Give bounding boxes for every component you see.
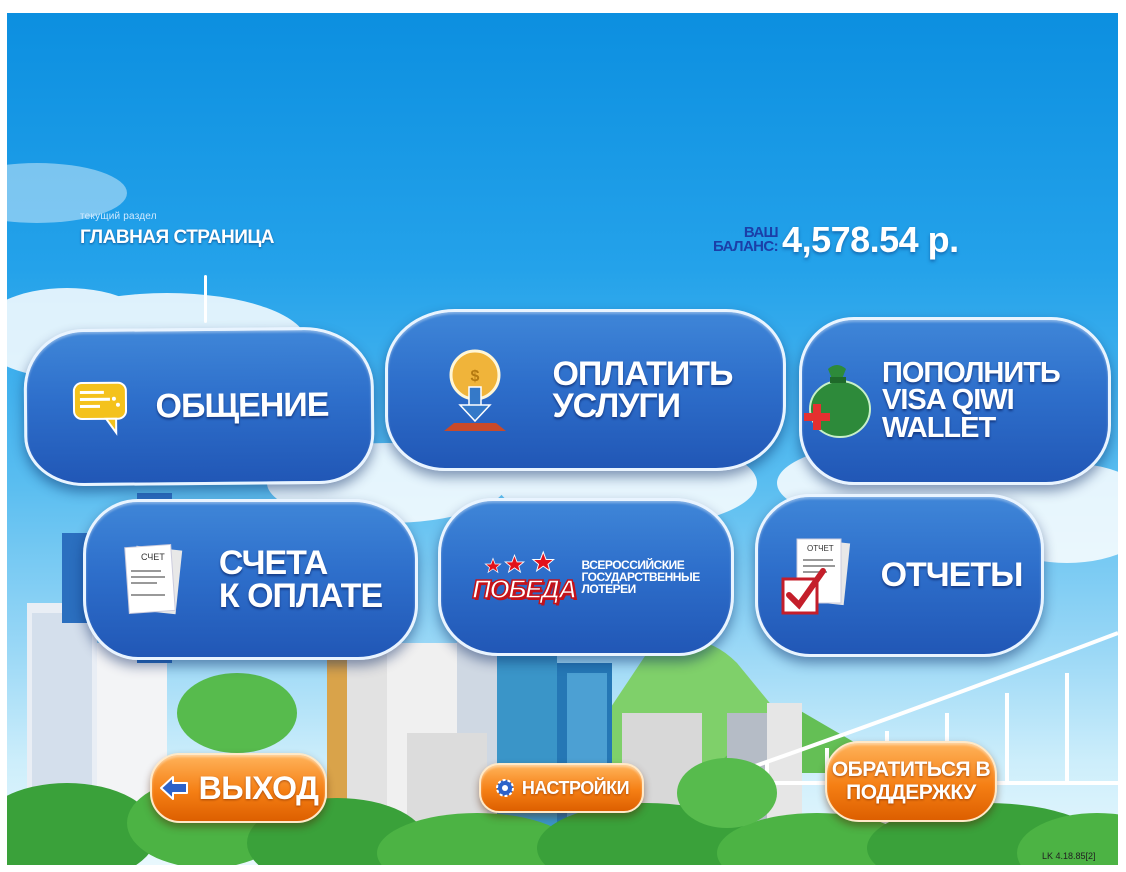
lottery-stars-icon (484, 550, 556, 573)
settings-label: НАСТРОЙКИ (521, 777, 630, 798)
money-bag-icon (802, 361, 872, 441)
balance-label: ВАШ БАЛАНС: (713, 225, 779, 255)
support-label-line2: ПОДДЕРЖКУ (846, 780, 976, 804)
chat-button[interactable]: ОБЩЕНИЕ (23, 326, 375, 487)
pay-services-label-line2: УСЛУГИ (552, 387, 681, 425)
lottery-line3: ЛОТЕРЕИ (581, 582, 637, 596)
svg-text:$: $ (471, 368, 480, 385)
bills-to-pay-button[interactable]: СЧЕТ СЧЕТА К ОПЛАТЕ (83, 499, 418, 660)
balance-value: 4,578.54 р. (782, 219, 959, 260)
report-icon-text: ОТЧЕТ (807, 544, 834, 553)
pay-coin-icon: $ (438, 347, 512, 433)
chat-label: ОБЩЕНИЕ (155, 386, 329, 426)
topup-label-line1: ПОПОЛНИТЬ (882, 356, 1061, 389)
balance-display: ВАШ БАЛАНС: 4,578.54 р. (713, 219, 959, 261)
invoice-icon: СЧЕТ (119, 540, 189, 620)
bills-label: СЧЕТА К ОПЛАТЕ (218, 544, 383, 615)
section-pointer-line (204, 275, 207, 323)
lottery-logo: ПОБЕДА (472, 550, 578, 605)
contact-support-button[interactable]: ОБРАТИТЬСЯ В ПОДДЕРЖКУ (825, 741, 997, 822)
kiosk-screen: текущий раздел ГЛАВНАЯ СТРАНИЦА ВАШ БАЛА… (7, 13, 1118, 865)
invoice-icon-text: СЧЕТ (141, 552, 165, 562)
support-label-line1: ОБРАТИТЬСЯ В (831, 758, 991, 782)
back-arrow-icon (159, 775, 189, 801)
pay-services-label-line1: ОПЛАТИТЬ (552, 354, 733, 393)
exit-label: ВЫХОД (198, 769, 319, 806)
gear-icon (494, 777, 516, 799)
reports-label: ОТЧЕТЫ (880, 556, 1024, 595)
balance-label-line2: БАЛАНС: (713, 238, 779, 255)
current-section-title: ГЛАВНАЯ СТРАНИЦА (80, 227, 275, 248)
topup-label-line2: VISA QIWI WALLET (882, 384, 1015, 444)
lottery-description: ВСЕРОССИЙСКИЕ ГОСУДАРСТВЕННЫЕ ЛОТЕРЕИ (581, 559, 701, 596)
version-label: LK 4.18.85[2] (1042, 851, 1096, 861)
settings-button[interactable]: НАСТРОЙКИ (479, 763, 644, 813)
report-icon: ОТЧЕТ (777, 535, 857, 617)
pay-services-button[interactable]: $ ОПЛАТИТЬ УСЛУГИ (385, 309, 786, 471)
chat-bubble-icon (69, 378, 130, 437)
reports-button[interactable]: ОТЧЕТ ОТЧЕТЫ (755, 494, 1044, 657)
lottery-brand: ПОБЕДА (472, 573, 578, 605)
pay-services-label: ОПЛАТИТЬ УСЛУГИ (552, 354, 733, 425)
current-section-caption: текущий раздел (80, 211, 157, 222)
bills-label-line1: СЧЕТА (218, 544, 328, 583)
exit-button[interactable]: ВЫХОД (150, 753, 327, 823)
topup-label: ПОПОЛНИТЬ VISA QIWI WALLET (882, 356, 1108, 444)
bills-label-line2: К ОПЛАТЕ (218, 576, 383, 615)
topup-qiwi-wallet-button[interactable]: ПОПОЛНИТЬ VISA QIWI WALLET (799, 317, 1111, 485)
lottery-button[interactable]: ПОБЕДА ВСЕРОССИЙСКИЕ ГОСУДАРСТВЕННЫЕ ЛОТ… (438, 498, 734, 656)
support-label: ОБРАТИТЬСЯ В ПОДДЕРЖКУ (831, 758, 991, 804)
